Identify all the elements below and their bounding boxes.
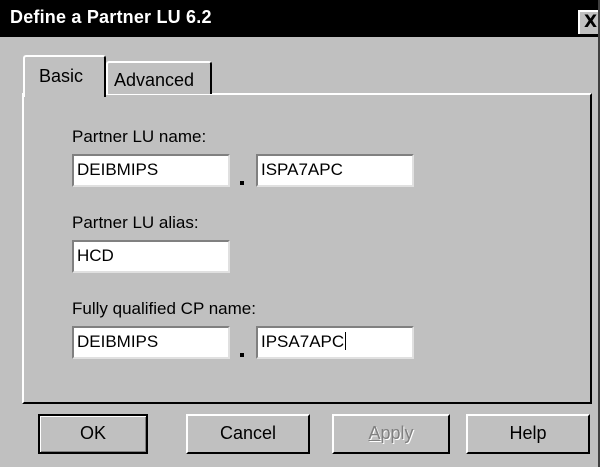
- tab-basic-label: Basic: [39, 66, 84, 86]
- cp-name-value: IPSA7APC: [261, 332, 345, 351]
- separator-dot: [240, 353, 244, 357]
- ok-button[interactable]: OK: [38, 414, 148, 454]
- define-partner-lu-dialog: Define a Partner LU 6.2 X Basic Advanced…: [0, 0, 600, 467]
- partner-lu-name-input[interactable]: ISPA7APC: [256, 154, 414, 187]
- text-caret: [345, 332, 347, 350]
- cp-network-name-input[interactable]: DEIBMIPS: [72, 326, 230, 359]
- partner-lu-alias-label: Partner LU alias:: [72, 213, 199, 232]
- partner-lu-network-name-input[interactable]: DEIBMIPS: [72, 154, 230, 187]
- ok-button-label: OK: [79, 423, 106, 443]
- close-button[interactable]: X: [578, 10, 598, 34]
- cp-name-input[interactable]: IPSA7APC: [256, 326, 414, 359]
- cancel-button[interactable]: Cancel: [186, 414, 310, 454]
- tab-advanced[interactable]: Advanced: [106, 61, 212, 94]
- apply-button-label: pply: [380, 423, 414, 443]
- partner-lu-name-label: Partner LU name:: [72, 127, 207, 146]
- tab-basic[interactable]: Basic: [23, 55, 106, 97]
- close-icon: X: [584, 12, 598, 32]
- tab-advanced-label: Advanced: [114, 70, 195, 90]
- help-button[interactable]: Help: [466, 414, 590, 454]
- apply-button[interactable]: Apply: [332, 414, 450, 454]
- help-button-label: Help: [509, 423, 547, 443]
- window-title: Define a Partner LU 6.2: [10, 7, 212, 27]
- cp-name-label: Fully qualified CP name:: [72, 299, 256, 318]
- cancel-button-label: Cancel: [219, 423, 277, 443]
- partner-lu-alias-input[interactable]: HCD: [72, 240, 230, 273]
- apply-mnemonic: A: [368, 423, 381, 443]
- title-bar[interactable]: Define a Partner LU 6.2 X: [0, 0, 598, 37]
- separator-dot: [240, 181, 244, 185]
